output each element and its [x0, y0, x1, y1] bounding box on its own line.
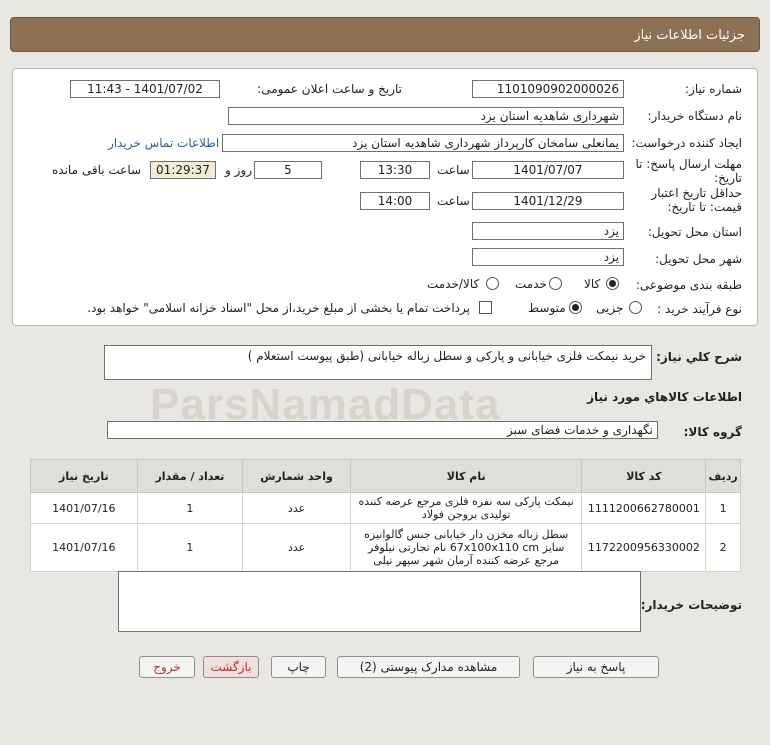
col-quantity: تعداد / مقدار [136, 459, 244, 493]
need-number-field: 1101090902000026 [472, 80, 624, 98]
description-label: شرح کلي نياز: [656, 350, 742, 364]
validity-time-label: ساعت [437, 194, 470, 208]
reply-time-label: ساعت [437, 163, 470, 177]
attachments-button[interactable]: مشاهده مدارک پیوستی (2) [337, 656, 520, 678]
col-item-name: نام کالا [349, 459, 583, 493]
validity-time-field: 14:00 [360, 192, 430, 210]
page-title: جزئیات اطلاعات نیاز [634, 28, 745, 43]
exit-button[interactable]: خروج [139, 656, 195, 678]
days-field: 5 [254, 161, 322, 179]
days-label: روز و [225, 163, 252, 177]
category-goods-label: کالا [584, 277, 601, 291]
delivery-province-label: استان محل تحویل: [647, 225, 742, 239]
min-validity-label: حداقل تاریخ اعتبار قیمت: تا تاریخ: [651, 186, 742, 214]
back-button[interactable]: بازگشت [203, 656, 259, 678]
category-service-radio[interactable] [549, 277, 562, 290]
need-number-label: شماره نیاز: [685, 82, 742, 96]
table-row: 1 1111200662780001 نیمکت پارکی سه نفره ف… [30, 492, 741, 524]
treasury-payment-checkbox[interactable] [479, 301, 492, 314]
cell-item-code: 1111200662780001 [581, 492, 707, 524]
reply-date-field: 1401/07/07 [472, 161, 624, 179]
remaining-time-field: 01:29:37 [150, 161, 216, 179]
delivery-city-field: یزد [472, 248, 624, 266]
category-goods-service-radio[interactable] [486, 277, 499, 290]
table-header-row: ردیف کد کالا نام کالا واحد شمارش تعداد /… [30, 459, 741, 493]
goods-table: ردیف کد کالا نام کالا واحد شمارش تعداد /… [30, 459, 741, 572]
cell-item-name: سطل زباله مخزن دار خیابانی جنس گالوانیزه… [349, 523, 583, 572]
cell-unit: عدد [242, 492, 351, 524]
category-label: طبقه بندی موضوعی: [635, 278, 742, 292]
reply-time-field: 13:30 [360, 161, 430, 179]
buyer-notes-label: توضیحات خریدار: [640, 598, 742, 612]
purchase-minor-radio[interactable] [629, 301, 642, 314]
buyer-org-field: شهرداری شاهدیه استان یزد [228, 107, 624, 125]
col-unit: واحد شمارش [242, 459, 351, 493]
requester-field: یمانعلی سامخان کارپرداز شهرداری شاهدیه ا… [222, 134, 624, 152]
announce-label: تاریخ و ساعت اعلان عمومی: [257, 82, 402, 96]
treasury-payment-note: پرداخت تمام یا بخشی از مبلغ خرید،از محل … [87, 301, 470, 315]
purchase-minor-label: جزیی [596, 301, 624, 315]
buyer-org-label: نام دستگاه خریدار: [647, 109, 743, 123]
category-goods-radio[interactable] [606, 277, 619, 290]
goods-group-label: گروه کالا: [683, 425, 742, 439]
cell-quantity: 1 [136, 492, 244, 524]
table-row: 2 1172200956330002 سطل زباله مخزن دار خی… [30, 523, 741, 572]
purchase-type-label: نوع فرآیند خرید : [657, 302, 742, 316]
buyer-notes-box [118, 571, 641, 632]
cell-row-number: 1 [705, 492, 741, 524]
col-need-date: تاریخ نیاز [30, 459, 138, 493]
col-item-code: کد کالا [581, 459, 707, 493]
announce-field: 1401/07/02 - 11:43 [70, 80, 220, 98]
cell-need-date: 1401/07/16 [30, 492, 138, 524]
reply-deadline-label: مهلت ارسال پاسخ: تا تاریخ: [635, 157, 742, 185]
col-row-number: ردیف [705, 459, 741, 493]
cell-unit: عدد [242, 523, 351, 572]
print-button[interactable]: چاپ [271, 656, 326, 678]
purchase-medium-radio[interactable] [569, 301, 582, 314]
delivery-province-field: یزد [472, 222, 624, 240]
goods-section-title: اطلاعات کالاهاي مورد نياز [587, 390, 742, 404]
cell-quantity: 1 [136, 523, 244, 572]
delivery-city-label: شهر محل تحویل: [655, 252, 742, 266]
cell-item-code: 1172200956330002 [581, 523, 707, 572]
goods-group-field: نگهداری و خدمات فضای سبز [107, 421, 658, 439]
validity-date-field: 1401/12/29 [472, 192, 624, 210]
page-header: جزئیات اطلاعات نیاز [10, 17, 760, 52]
requester-label: ایجاد کننده درخواست: [631, 136, 742, 150]
cell-need-date: 1401/07/16 [30, 523, 138, 572]
reply-button[interactable]: پاسخ به نیاز [533, 656, 659, 678]
buyer-contact-link[interactable]: اطلاعات تماس خریدار [108, 136, 219, 150]
category-service-label: خدمت [515, 277, 547, 291]
remaining-label: ساعت باقی مانده [52, 163, 142, 177]
cell-row-number: 2 [705, 523, 741, 572]
description-box: خرید نیمکت فلزی خیابانی و پارکی و سطل زب… [104, 345, 652, 380]
cell-item-name: نیمکت پارکی سه نفره فلزی مرجع عرضه کننده… [349, 492, 583, 524]
purchase-medium-label: متوسط [528, 301, 566, 315]
category-goods-service-label: کالا/خدمت [427, 277, 480, 291]
